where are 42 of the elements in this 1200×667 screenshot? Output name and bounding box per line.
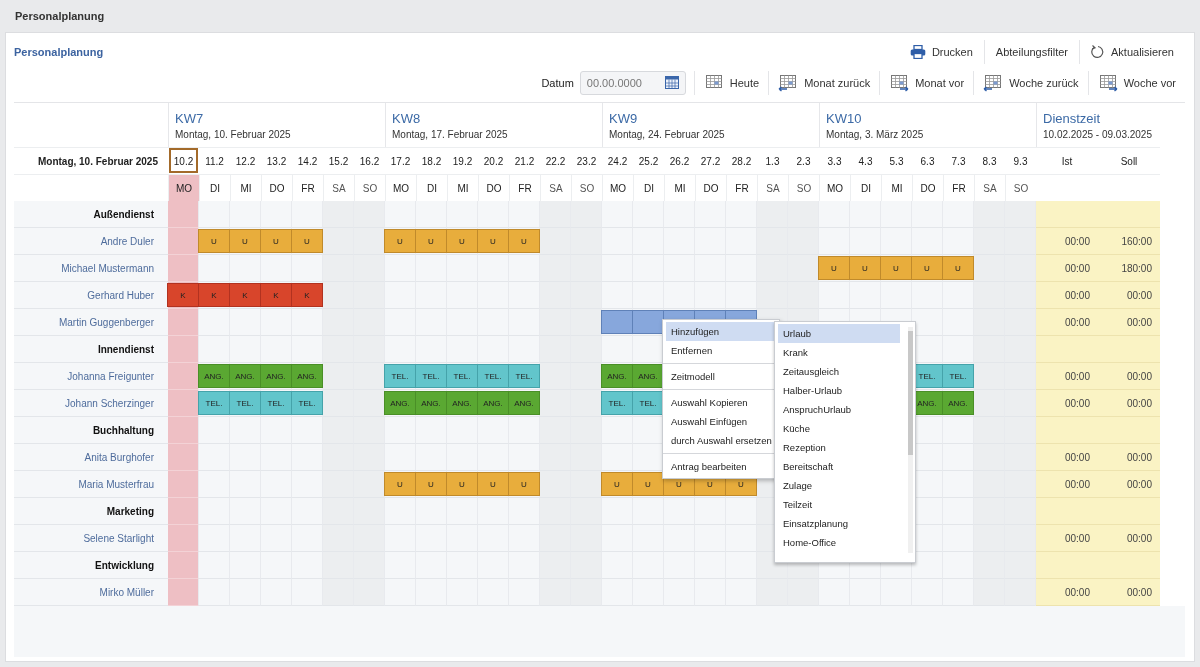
department-label: Innendienst	[97, 343, 154, 355]
total-cell: 00:00	[1036, 228, 1098, 255]
week-title: KW10	[826, 111, 863, 126]
current-date-label: Montag, 10. Februar 2025	[37, 155, 158, 167]
total-cell: 160:00	[1098, 228, 1160, 255]
total-cell: 00:00	[1098, 471, 1160, 498]
total-cell: 00:00	[1098, 525, 1160, 552]
week-title: KW8	[392, 111, 422, 126]
week-title: KW7	[175, 111, 205, 126]
total-cell: 180:00	[1098, 255, 1160, 282]
column-header: Ist	[1036, 147, 1098, 174]
department-label: Außendienst	[93, 208, 154, 220]
total-cell: 00:00	[1098, 579, 1160, 606]
totals-title: Dienstzeit	[1043, 111, 1102, 126]
week-date: Montag, 24. Februar 2025	[609, 129, 726, 140]
weekday-header: MO	[168, 174, 199, 201]
panel-title: Personalplanung	[14, 46, 104, 58]
department-label: Marketing	[106, 505, 154, 517]
total-cell: 00:00	[1036, 363, 1098, 390]
total-cell: 00:00	[1098, 444, 1160, 471]
column-header: Soll	[1098, 147, 1160, 174]
total-cell: 00:00	[1036, 390, 1098, 417]
department-label: Entwicklung	[95, 559, 154, 571]
week-date: Montag, 3. März 2025	[826, 129, 925, 140]
total-cell: 00:00	[1036, 282, 1098, 309]
total-cell: 00:00	[1098, 309, 1160, 336]
total-cell: 00:00	[1098, 390, 1160, 417]
totals-range: 10.02.2025 - 09.03.2025	[1043, 129, 1153, 140]
total-cell: 00:00	[1036, 444, 1098, 471]
total-cell: 00:00	[1098, 282, 1160, 309]
app-title: Personalplanung	[15, 10, 105, 22]
total-cell: 00:00	[1036, 525, 1098, 552]
total-cell: 00:00	[1036, 579, 1098, 606]
week-date: Montag, 10. Februar 2025	[175, 129, 292, 140]
week-title: KW9	[609, 111, 639, 126]
date-label: Datum	[541, 77, 574, 89]
week-date: Montag, 17. Februar 2025	[392, 129, 509, 140]
total-cell: 00:00	[1036, 255, 1098, 282]
total-cell: 00:00	[1036, 309, 1098, 336]
department-label: Buchhaltung	[92, 424, 154, 436]
total-cell: 00:00	[1036, 471, 1098, 498]
total-cell: 00:00	[1098, 363, 1160, 390]
